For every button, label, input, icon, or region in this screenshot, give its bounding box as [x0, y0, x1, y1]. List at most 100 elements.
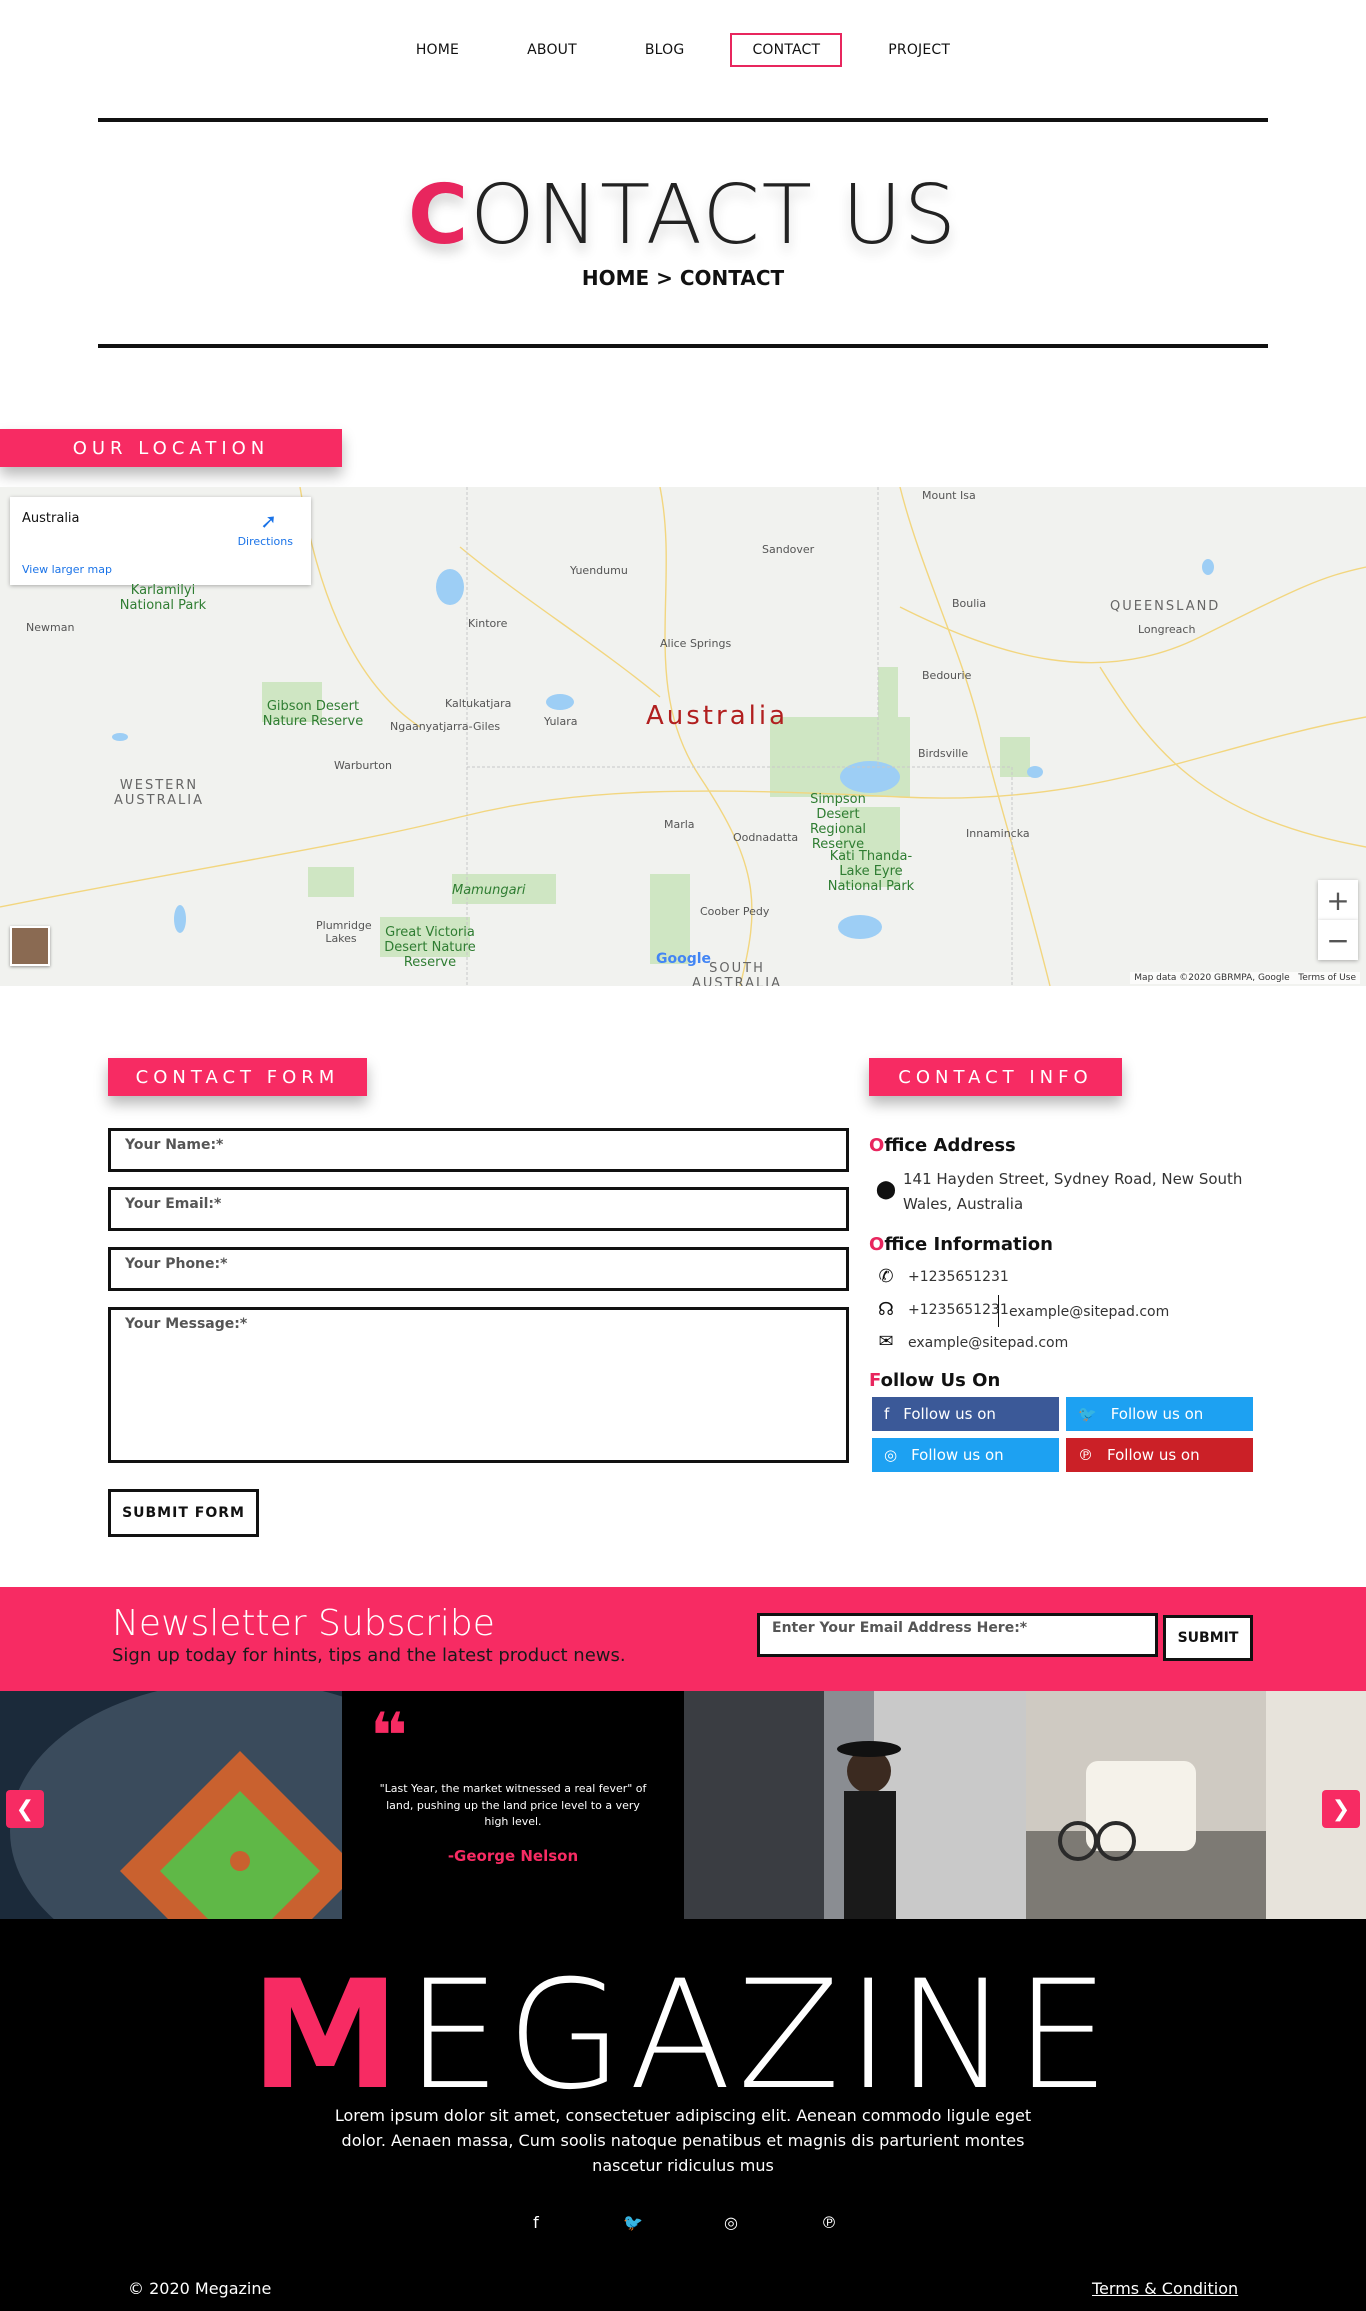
testimonial-quote: "Last Year, the market witnessed a real … — [379, 1782, 647, 1828]
google-logo: Google — [656, 951, 712, 967]
footer-instagram-icon[interactable]: ◎ — [719, 2213, 743, 2232]
map-place: Bedourie — [922, 669, 972, 682]
nav-blog[interactable]: BLOG — [623, 33, 707, 67]
email-address: example@sitepad.com — [908, 1335, 1069, 1351]
footer-logo: MEGAZINE — [0, 1961, 1366, 2111]
gallery-next-button[interactable]: ❯ — [1322, 1790, 1360, 1828]
facebook-icon: f — [884, 1405, 890, 1423]
zoom-in-button[interactable]: + — [1318, 880, 1358, 920]
map-info-card: Australia ➚ Directions View larger map — [10, 497, 311, 585]
zoom-out-button[interactable]: − — [1318, 920, 1358, 960]
directions-link[interactable]: Directions — [238, 535, 293, 548]
map-region-queensland: QUEENSLAND — [1110, 599, 1221, 614]
map-terms-link[interactable]: Terms of Use — [1298, 973, 1356, 983]
map-place: Ngaanyatjarra-Giles — [390, 720, 501, 733]
email-field-placeholder: Your Email:* — [125, 1196, 222, 1212]
directions-icon[interactable]: ➚ — [260, 509, 277, 533]
map-attribution-text: Map data ©2020 GBRMPA, Google — [1134, 973, 1290, 983]
map-park: Gibson Desert Nature Reserve — [262, 699, 364, 729]
name-field[interactable]: Your Name:* — [108, 1128, 849, 1172]
handbag-image — [1026, 1691, 1366, 1919]
map-place: Yuendumu — [570, 564, 628, 577]
map-place: Marla — [664, 818, 695, 831]
quote-icon: ❝ — [370, 1700, 408, 1774]
envelope-icon: ✉ — [878, 1331, 894, 1352]
twitter-follow-button[interactable]: 🐦 Follow us on — [1066, 1397, 1253, 1431]
breadcrumb: HOME > CONTACT — [581, 266, 785, 290]
headset-icon: ☊ — [878, 1299, 894, 1320]
footer-facebook-icon[interactable]: f — [524, 2213, 548, 2232]
submit-form-button[interactable]: SUBMIT FORM — [108, 1489, 259, 1537]
message-field[interactable]: Your Message:* — [108, 1307, 849, 1463]
our-location-label: OUR LOCATION — [0, 429, 342, 467]
nav-project[interactable]: PROJECT — [866, 33, 972, 67]
office-information-heading-rest: ffice Information — [884, 1234, 1053, 1255]
instagram-icon: ◎ — [884, 1446, 898, 1464]
street-view-icon[interactable] — [10, 926, 50, 966]
map-park: Great Victoria Desert Nature Reserve — [384, 925, 476, 970]
map-park: Simpson Desert Regional Reserve — [809, 792, 867, 852]
map-place: Warburton — [334, 759, 392, 772]
stadium-illustration — [0, 1691, 342, 1919]
map-place: Kaltukatjara — [445, 697, 512, 710]
view-larger-map-link[interactable]: View larger map — [22, 563, 112, 576]
facebook-follow-label: Follow us on — [903, 1405, 996, 1423]
map-region-western-australia: WESTERN AUSTRALIA — [114, 778, 204, 808]
map-place: Plumridge Lakes — [316, 919, 372, 945]
map-country-label: Australia — [646, 701, 789, 731]
site-footer: MEGAZINE Lorem ipsum dolor sit amet, con… — [0, 1919, 1366, 2311]
phone-icon: ✆ — [878, 1266, 894, 1287]
message-field-placeholder: Your Message:* — [125, 1316, 248, 1332]
footer-logo-initial: M — [250, 1949, 406, 2123]
newsletter-email-input[interactable]: Enter Your Email Address Here:* — [757, 1613, 1158, 1657]
newsletter-email-placeholder: Enter Your Email Address Here:* — [772, 1620, 1028, 1636]
name-field-placeholder: Your Name:* — [125, 1137, 224, 1153]
page-title-rest: ONTACT US — [470, 168, 958, 263]
testimonial-card: ❝ "Last Year, the market witnessed a rea… — [342, 1691, 684, 1919]
pinterest-follow-button[interactable]: ℗ Follow us on — [1066, 1438, 1253, 1472]
map-place: Kintore — [468, 617, 508, 630]
newsletter-title: Newsletter Subscribe — [112, 1603, 495, 1644]
map-place: Newman — [26, 621, 75, 634]
map-card-title: Australia — [22, 511, 80, 526]
gallery-prev-button[interactable]: ❮ — [6, 1790, 44, 1828]
map-place: Sandover — [762, 543, 815, 556]
map-place: Yulara — [544, 715, 578, 728]
phone-number-2: +1235651231 — [908, 1302, 1009, 1318]
nav-about[interactable]: ABOUT — [505, 33, 599, 67]
map-place: Mount Isa — [922, 489, 976, 502]
map-attribution: Map data ©2020 GBRMPA, Google Terms of U… — [1130, 972, 1360, 984]
office-address-heading-initial: O — [869, 1135, 885, 1156]
footer-pinterest-icon[interactable]: ℗ — [817, 2213, 841, 2232]
instagram-follow-button[interactable]: ◎ Follow us on — [872, 1438, 1059, 1472]
map-place: Coober Pedy — [700, 905, 770, 918]
address-line2: Wales, Australia — [903, 1195, 1024, 1213]
nav-contact[interactable]: CONTACT — [730, 33, 843, 67]
location-map[interactable]: Australia ➚ Directions View larger map A… — [0, 487, 1366, 986]
terms-link[interactable]: Terms & Condition — [1092, 2279, 1238, 2298]
info-separator — [998, 1295, 999, 1327]
office-address-heading-rest: ffice Address — [884, 1135, 1016, 1156]
newsletter-submit-button[interactable]: SUBMIT — [1163, 1615, 1253, 1661]
footer-description: Lorem ipsum dolor sit amet, consectetuer… — [334, 2106, 1032, 2175]
follow-us-heading: Follow Us On — [869, 1370, 1000, 1391]
phone-number-1: +1235651231 — [908, 1269, 1009, 1285]
office-information-heading-initial: O — [869, 1234, 885, 1255]
footer-twitter-icon[interactable]: 🐦 — [621, 2213, 645, 2232]
facebook-follow-button[interactable]: f Follow us on — [872, 1397, 1059, 1431]
bottom-divider — [98, 344, 1268, 348]
phone-field[interactable]: Your Phone:* — [108, 1247, 849, 1291]
email-field[interactable]: Your Email:* — [108, 1187, 849, 1231]
pinterest-icon: ℗ — [1078, 1446, 1093, 1464]
main-nav: HOME ABOUT BLOG CONTACT PROJECT — [0, 32, 1366, 68]
contact-info-label: CONTACT INFO — [869, 1058, 1122, 1096]
map-place: Innamincka — [966, 827, 1030, 840]
nav-home[interactable]: HOME — [394, 33, 481, 67]
follow-us-heading-initial: F — [869, 1370, 881, 1391]
follow-us-heading-rest: ollow Us On — [880, 1370, 1001, 1391]
map-place: Birdsville — [918, 747, 969, 760]
man-illustration — [684, 1691, 1026, 1919]
office-address-heading: Office Address — [869, 1135, 1016, 1156]
stadium-image — [0, 1691, 342, 1919]
page-title-initial: C — [408, 168, 471, 263]
